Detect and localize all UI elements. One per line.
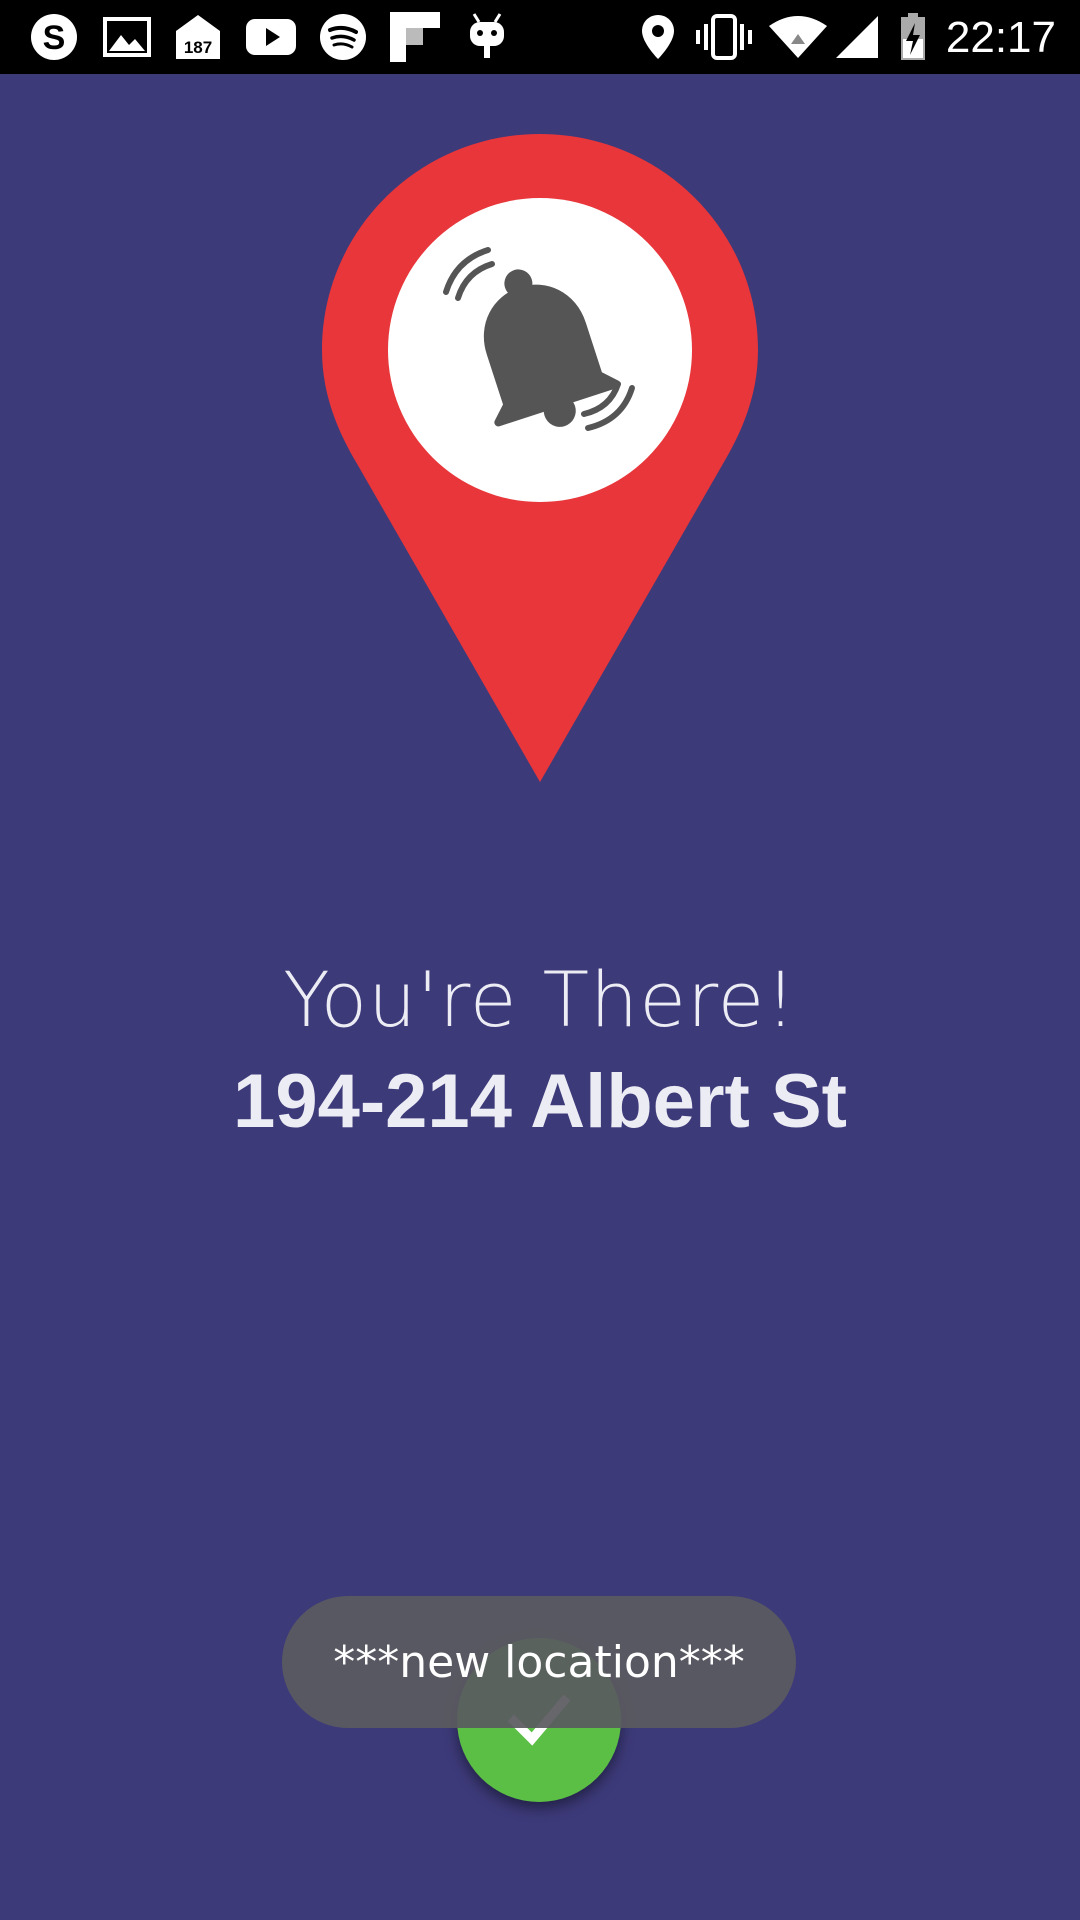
location-icon <box>638 0 678 74</box>
status-bar: S 187 22:17 <box>0 0 1080 74</box>
arrival-title: You're There! <box>283 955 797 1044</box>
svg-text:S: S <box>43 19 66 57</box>
battery-icon <box>896 0 930 74</box>
flipboard-icon <box>388 0 442 74</box>
toast-message: ***new location*** <box>282 1596 796 1728</box>
gallery-icon <box>100 0 154 74</box>
svg-text:187: 187 <box>184 38 212 57</box>
wifi-icon <box>768 0 828 74</box>
mail-count-icon: 187 <box>170 0 226 74</box>
bell-ringing-icon <box>443 247 635 431</box>
screen: S 187 22:17 You're There! 194-214 Albert… <box>0 0 1080 1920</box>
cyanogen-icon <box>462 0 512 74</box>
signal-icon <box>834 0 880 74</box>
toast-text: ***new location*** <box>333 1636 745 1688</box>
skype-icon: S <box>26 0 82 74</box>
arrival-address: 194-214 Albert St <box>233 1059 847 1144</box>
status-time: 22:17 <box>945 13 1056 62</box>
vibrate-icon <box>694 0 754 74</box>
location-pin-illustration <box>322 134 758 786</box>
spotify-icon <box>316 0 370 74</box>
youtube-icon <box>244 0 298 74</box>
